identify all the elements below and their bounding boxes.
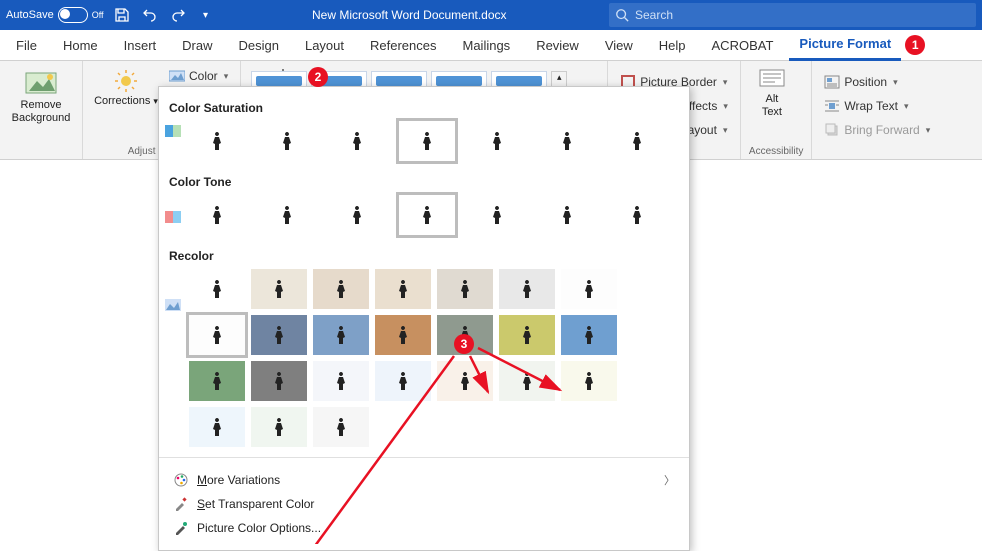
tab-acrobat[interactable]: ACROBAT [702, 30, 784, 60]
ribbon-tabs: File Home Insert Draw Design Layout Refe… [0, 30, 982, 61]
recolor-option[interactable] [251, 407, 307, 447]
recolor-option[interactable] [189, 315, 245, 355]
recolor-preset-icon [165, 299, 181, 315]
callout-3: 3 [454, 334, 474, 354]
saturation-option[interactable] [329, 121, 385, 161]
recolor-option[interactable] [375, 315, 431, 355]
callout-2: 2 [308, 67, 328, 87]
recolor-option[interactable] [437, 269, 493, 309]
set-transparent-color-item[interactable]: Set Transparent Color [169, 492, 679, 516]
tone-option[interactable] [539, 195, 595, 235]
recolor-option[interactable] [189, 269, 245, 309]
group-accessibility: Alt Text Accessibility [741, 61, 812, 159]
toggle-off-icon [58, 7, 88, 23]
recolor-option[interactable] [313, 407, 369, 447]
recolor-option[interactable] [499, 269, 555, 309]
recolor-grid [189, 269, 649, 447]
saturation-option[interactable] [609, 121, 665, 161]
tab-view[interactable]: View [595, 30, 643, 60]
recolor-option[interactable] [375, 361, 431, 401]
tab-design[interactable]: Design [229, 30, 289, 60]
remove-background-button[interactable]: Remove Background [8, 65, 74, 124]
picture-color-options-item[interactable]: Picture Color Options... [169, 516, 679, 540]
recolor-option[interactable] [313, 361, 369, 401]
recolor-option[interactable] [189, 361, 245, 401]
tone-preset-icon [165, 211, 181, 227]
saturation-option[interactable] [469, 121, 525, 161]
search-input[interactable]: Search [609, 3, 976, 27]
color-button[interactable]: Color [165, 65, 232, 87]
group-label-accessibility: Accessibility [749, 144, 803, 157]
recolor-option[interactable] [437, 361, 493, 401]
autosave-toggle[interactable]: AutoSave Off [6, 7, 104, 23]
wrap-icon [824, 98, 840, 114]
tab-picture-format[interactable]: Picture Format [789, 29, 901, 61]
bring-forward-icon [824, 122, 840, 138]
alt-text-button[interactable]: Alt Text [749, 65, 795, 118]
alt-text-icon [759, 69, 785, 91]
tone-option[interactable] [189, 195, 245, 235]
callout-1: 1 [905, 35, 925, 55]
color-dropdown: Color Saturation Color Tone Recolor More… [158, 86, 690, 551]
tab-references[interactable]: References [360, 30, 446, 60]
undo-icon[interactable] [140, 5, 160, 25]
gallery-up-icon[interactable]: ▴ [552, 72, 566, 87]
recolor-option[interactable] [561, 315, 617, 355]
recolor-option[interactable] [251, 315, 307, 355]
qat-dropdown-icon[interactable]: ▾ [196, 5, 216, 25]
tab-home[interactable]: Home [53, 30, 108, 60]
remove-bg-icon [25, 69, 57, 97]
recolor-option[interactable] [313, 269, 369, 309]
tab-insert[interactable]: Insert [114, 30, 167, 60]
tab-file[interactable]: File [6, 30, 47, 60]
recolor-option[interactable] [313, 315, 369, 355]
saturation-row [189, 121, 679, 161]
title-bar: AutoSave Off ▾ New Microsoft Word Docume… [0, 0, 982, 30]
recolor-option[interactable] [561, 361, 617, 401]
saturation-option[interactable] [539, 121, 595, 161]
saturation-option[interactable] [259, 121, 315, 161]
tab-help[interactable]: Help [649, 30, 696, 60]
position-icon [824, 74, 840, 90]
redo-icon[interactable] [168, 5, 188, 25]
tone-option[interactable] [469, 195, 525, 235]
recolor-option[interactable] [561, 269, 617, 309]
tone-option[interactable] [329, 195, 385, 235]
chevron-right-icon: 〉 [664, 472, 675, 488]
tab-draw[interactable]: Draw [172, 30, 222, 60]
color-icon [169, 69, 185, 83]
recolor-option[interactable] [375, 269, 431, 309]
position-button[interactable]: Position [820, 71, 934, 93]
recolor-option[interactable] [499, 315, 555, 355]
corrections-button[interactable]: Corrections ▾ [91, 65, 161, 111]
tab-mailings[interactable]: Mailings [453, 30, 521, 60]
color-options-icon [173, 520, 189, 536]
bring-forward-button[interactable]: Bring Forward [820, 119, 934, 141]
saturation-option[interactable] [189, 121, 245, 161]
wrap-text-button[interactable]: Wrap Text [820, 95, 934, 117]
section-color-tone: Color Tone [169, 175, 679, 189]
recolor-option[interactable] [251, 269, 307, 309]
tab-review[interactable]: Review [526, 30, 589, 60]
section-recolor: Recolor [169, 249, 679, 263]
more-variations-item[interactable]: More Variations 〉 [169, 468, 679, 492]
tone-option[interactable] [399, 195, 455, 235]
tone-option[interactable] [609, 195, 665, 235]
saturation-option[interactable] [399, 121, 455, 161]
search-icon [615, 8, 629, 22]
palette-icon [173, 472, 189, 488]
recolor-option[interactable] [251, 361, 307, 401]
recolor-option[interactable] [499, 361, 555, 401]
tab-layout[interactable]: Layout [295, 30, 354, 60]
tone-row [189, 195, 679, 235]
tone-option[interactable] [259, 195, 315, 235]
group-arrange: Position Wrap Text Bring Forward [812, 61, 942, 159]
eyedropper-icon [173, 496, 189, 512]
section-color-saturation: Color Saturation [169, 101, 679, 115]
save-icon[interactable] [112, 5, 132, 25]
saturation-preset-icon [165, 125, 181, 141]
brightness-icon [112, 69, 140, 93]
recolor-option[interactable] [189, 407, 245, 447]
document-title: New Microsoft Word Document.docx [216, 8, 603, 22]
